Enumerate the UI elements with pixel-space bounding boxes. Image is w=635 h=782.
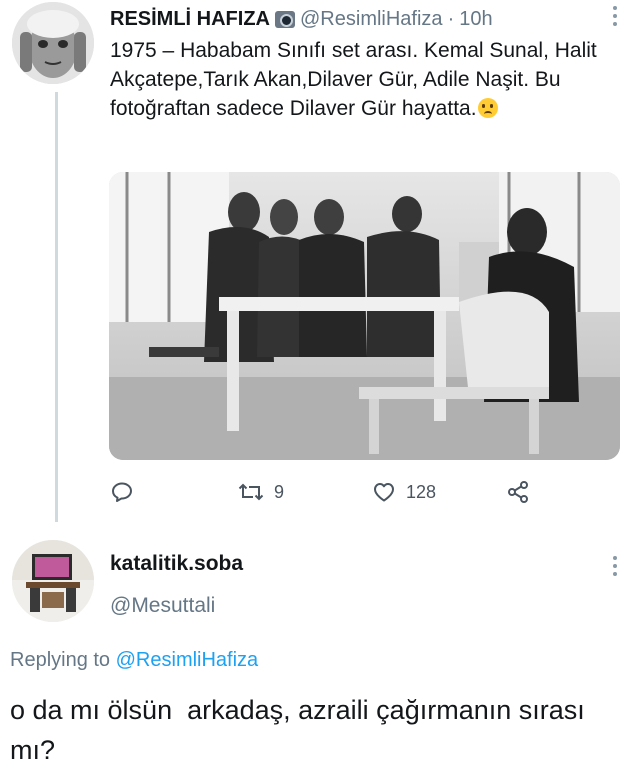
tweet-time[interactable]: 10h (459, 8, 492, 31)
replying-to-label: Replying to (10, 649, 111, 671)
heart-icon (374, 483, 394, 502)
avatar-image (12, 2, 94, 84)
retweet-icon (238, 483, 264, 501)
avatar[interactable] (12, 540, 94, 622)
reply-user-handle[interactable]: @Mesuttali (110, 594, 215, 618)
reply-button[interactable] (110, 474, 134, 510)
replying-to-mention[interactable]: @ResimliHafiza (116, 649, 259, 671)
like-count: 128 (406, 481, 437, 502)
tweet-text-content: 1975 – Hababam Sınıfı set arası. Kemal S… (110, 39, 597, 120)
more-options-icon[interactable] (613, 556, 617, 576)
avatar-image (12, 540, 94, 622)
like-button[interactable]: 128 (372, 474, 436, 510)
tweet-photo[interactable] (109, 172, 620, 460)
share-icon (508, 481, 528, 503)
retweet-button[interactable]: 9 (238, 474, 284, 510)
tweet-header: RESİMLİ HAFIZA @ResimliHafiza · 10h (110, 4, 617, 34)
thread-line (55, 92, 58, 522)
camera-icon (275, 10, 295, 28)
tweet-text: 1975 – Hababam Sınıfı set arası. Kemal S… (110, 36, 622, 123)
retweet-count: 9 (274, 481, 285, 502)
reply-icon (112, 482, 132, 502)
share-button[interactable] (506, 474, 530, 510)
separator-dot: · (447, 7, 455, 30)
avatar[interactable] (12, 2, 94, 84)
reply-text: o da mı ölsün arkadaş, azraili çağırmanı… (10, 695, 593, 765)
tweet-actions: 9 128 (110, 474, 620, 510)
replying-to: Replying to @ResimliHafiza (10, 649, 258, 672)
display-name[interactable]: RESİMLİ HAFIZA (110, 8, 270, 31)
crying-face-icon (477, 98, 498, 118)
reply-display-name[interactable]: katalitik.soba (110, 552, 243, 576)
photo-image (109, 172, 620, 460)
more-options-icon[interactable] (613, 6, 617, 26)
user-handle[interactable]: @ResimliHafiza (300, 8, 443, 31)
